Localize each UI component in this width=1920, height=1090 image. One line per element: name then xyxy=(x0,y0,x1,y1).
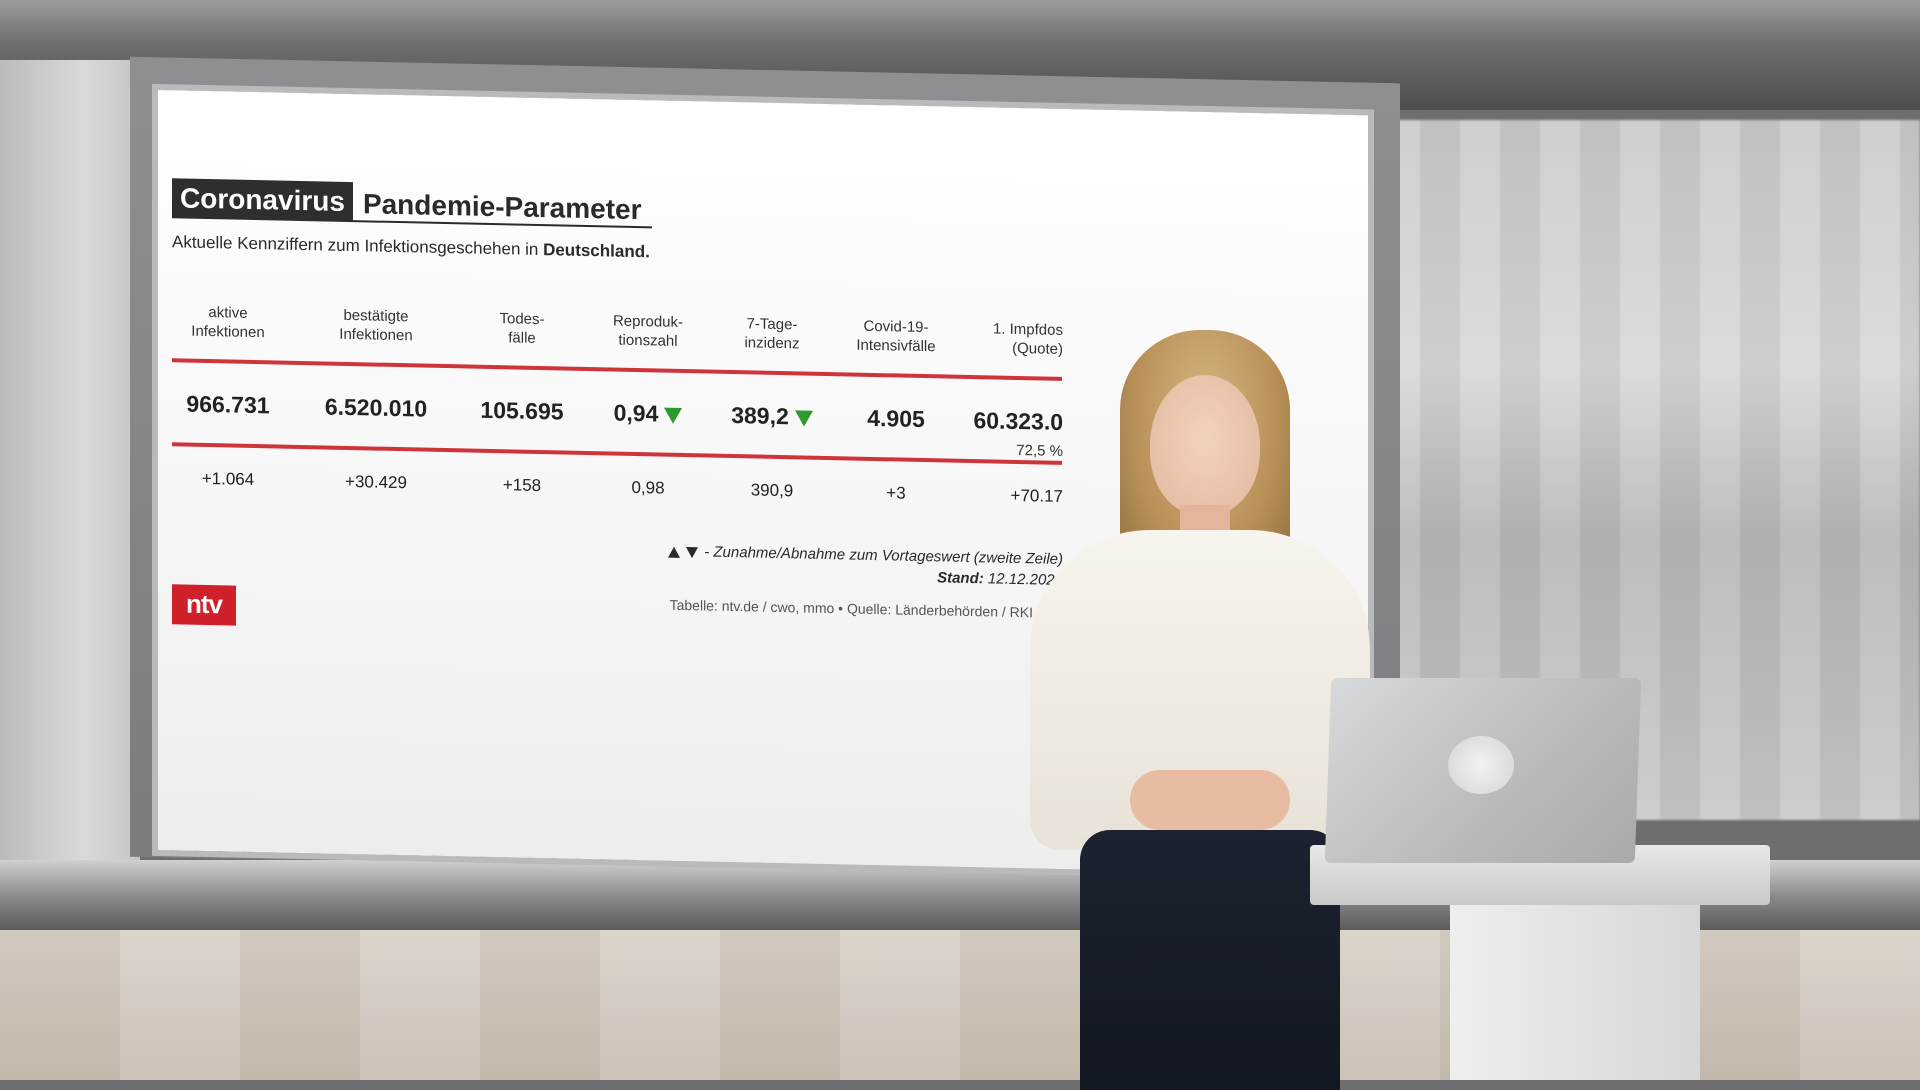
stand-label: Stand: xyxy=(937,569,984,588)
col-head-aktive: aktive Infektionen xyxy=(158,302,298,343)
source-credit: Tabelle: ntv.de / cwo, mmo • Quelle: Län… xyxy=(669,596,1068,622)
subtitle-prefix: Aktuelle Kennziffern zum Infektionsgesch… xyxy=(172,232,544,260)
presenter-hands xyxy=(1130,770,1290,830)
headline-tag: Coronavirus xyxy=(172,178,353,223)
col-head-todesfaelle: Todes- fälle xyxy=(452,308,592,349)
down-triangle-icon xyxy=(664,407,683,424)
subtitle: Aktuelle Kennziffern zum Infektionsgesch… xyxy=(172,232,650,262)
studio-wall-left xyxy=(0,60,140,890)
subtitle-country: Deutschland. xyxy=(543,240,650,262)
col-head-line2: Infektionen xyxy=(191,322,265,342)
down-triangle-icon xyxy=(794,410,813,427)
up-triangle-icon xyxy=(668,546,681,558)
desk-leg xyxy=(1450,900,1700,1080)
down-triangle-icon xyxy=(686,546,699,558)
value-aktive: 966.731 xyxy=(186,390,270,419)
col-head-reproduktionszahl: Reproduk- tionszahl xyxy=(578,311,718,352)
prev-bestaetigte: +30.429 xyxy=(345,471,407,493)
col-head-bestaetigte: bestätigte Infektionen xyxy=(306,305,446,346)
prev-aktive: +1.064 xyxy=(201,468,255,490)
headline: Coronavirus Pandemie-Parameter xyxy=(172,178,652,229)
value-bestaetigte: 6.520.010 xyxy=(324,393,428,422)
col-head-line2: Intensivfälle xyxy=(856,336,936,356)
value-inzidenz: 389,2 xyxy=(731,402,789,430)
header-divider xyxy=(172,358,1062,381)
col-head-line2: fälle xyxy=(508,329,536,347)
col-head-inzidenz: 7-Tage- inzidenz xyxy=(702,313,842,354)
values-divider xyxy=(172,442,1062,465)
presenter-face xyxy=(1150,375,1260,515)
col-head-intensiv: Covid-19- Intensivfälle xyxy=(826,316,966,357)
col-head-line2: inzidenz xyxy=(744,334,800,353)
laptop-logo-icon xyxy=(1448,736,1514,794)
col-head-line2: Infektionen xyxy=(339,325,413,345)
headline-title: Pandemie-Parameter xyxy=(352,188,652,229)
trend-legend: - Zunahme/Abnahme zum Vortageswert (zwei… xyxy=(618,542,1063,568)
ntv-logo: ntv xyxy=(172,584,236,626)
presenter-trousers xyxy=(1080,830,1340,1090)
value-reproduktionszahl: 0,94 xyxy=(613,399,659,427)
col-head-line2: tionszahl xyxy=(618,331,678,350)
